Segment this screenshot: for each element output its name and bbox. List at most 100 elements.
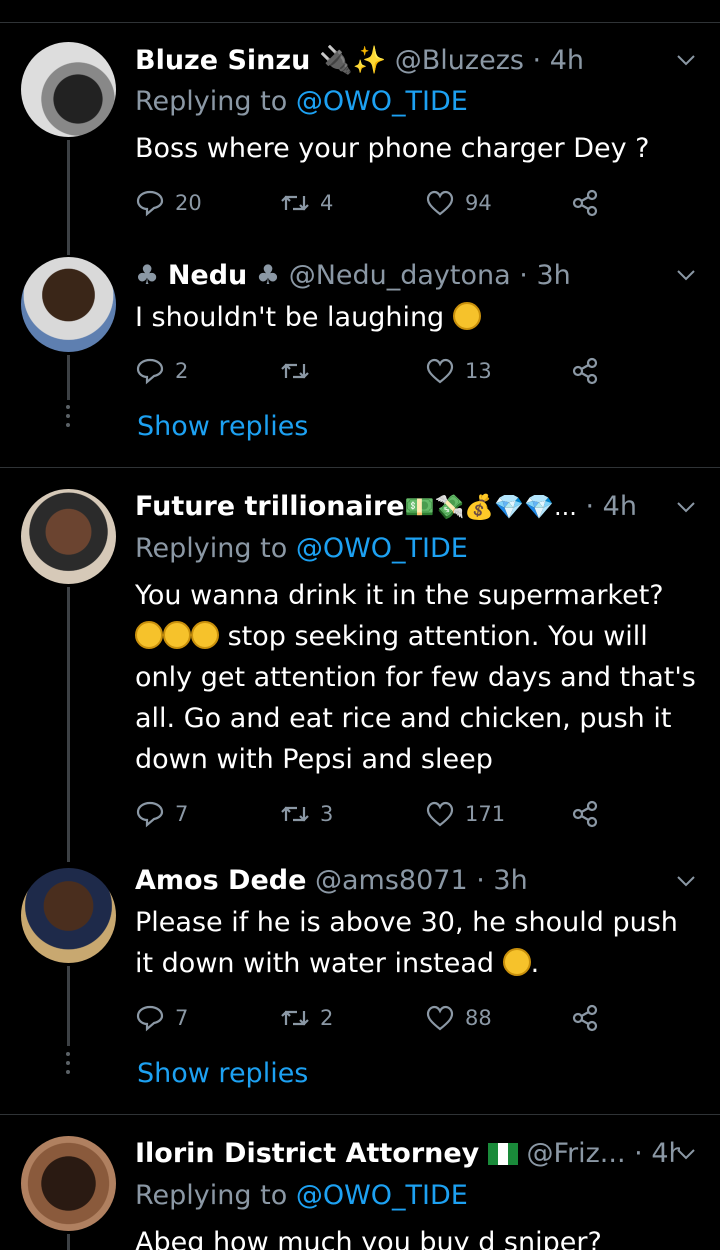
replying-to: Replying to @OWO_TIDE bbox=[135, 82, 468, 122]
tweet-actions: 7 2 88 bbox=[135, 1000, 615, 1036]
tweet-text-content: Please if he is above 30, he should push… bbox=[135, 907, 678, 979]
chevron-down-icon[interactable] bbox=[676, 1144, 696, 1164]
avatar[interactable] bbox=[21, 489, 116, 584]
tweet-text: Boss where your phone charger Dey ? bbox=[135, 133, 650, 164]
like-count: 88 bbox=[465, 1006, 492, 1030]
share-icon bbox=[572, 357, 598, 385]
reply-button[interactable]: 2 bbox=[135, 353, 188, 389]
reply-button[interactable]: 7 bbox=[135, 796, 188, 832]
tweet-text-content: I shouldn't be laughing bbox=[135, 302, 445, 333]
heart-icon bbox=[426, 358, 454, 384]
chevron-down-icon[interactable] bbox=[676, 265, 696, 285]
replying-to-label: Replying to bbox=[135, 533, 288, 564]
thread-line bbox=[67, 1234, 70, 1250]
divider bbox=[0, 22, 720, 23]
handle[interactable]: @Friz... bbox=[526, 1138, 625, 1169]
like-button[interactable]: 94 bbox=[425, 185, 492, 221]
thread-line bbox=[67, 355, 70, 400]
thread-line bbox=[67, 966, 70, 1046]
timestamp[interactable]: · 4h bbox=[586, 491, 637, 522]
thread-dots bbox=[66, 405, 71, 432]
reply-count: 2 bbox=[175, 359, 189, 383]
tweet-header: Amos Dede @ams8071 · 3h bbox=[135, 861, 680, 901]
divider bbox=[0, 1114, 720, 1115]
display-name[interactable]: Bluze Sinzu bbox=[135, 45, 310, 76]
chevron-down-icon[interactable] bbox=[676, 497, 696, 517]
handle[interactable]: @Nedu_daytona bbox=[289, 260, 511, 291]
like-button[interactable]: 88 bbox=[425, 1000, 492, 1036]
tweet-text: Please if he is above 30, he should push… bbox=[135, 902, 698, 984]
share-button[interactable] bbox=[570, 1000, 600, 1036]
reply-button[interactable]: 7 bbox=[135, 1000, 188, 1036]
replying-to-handle[interactable]: @OWO_TIDE bbox=[296, 1180, 468, 1211]
reply-count: 20 bbox=[175, 191, 202, 215]
tweet-header: Future trillionaire💵💸💰💎💎... · 4h bbox=[135, 487, 680, 527]
replying-to: Replying to @OWO_TIDE bbox=[135, 1176, 468, 1216]
club-icon: ♣ bbox=[135, 260, 160, 291]
like-count: 171 bbox=[465, 802, 506, 826]
tweet-text-end: . bbox=[530, 948, 540, 979]
winking-face-emoji-icon bbox=[502, 948, 531, 976]
like-count: 94 bbox=[465, 191, 492, 215]
name-emoji: 💵💸💰💎💎... bbox=[404, 493, 577, 521]
avatar[interactable] bbox=[21, 868, 116, 963]
divider bbox=[0, 467, 720, 468]
retweet-button[interactable]: 2 bbox=[280, 1000, 333, 1036]
share-icon bbox=[572, 1004, 598, 1032]
timestamp[interactable]: · 4h bbox=[634, 1138, 680, 1169]
like-count: 13 bbox=[465, 359, 492, 383]
show-replies-link[interactable]: Show replies bbox=[137, 407, 308, 447]
club-icon: ♣ bbox=[255, 260, 281, 291]
retweet-icon bbox=[281, 363, 309, 379]
retweet-count: 4 bbox=[320, 191, 334, 215]
reply-button[interactable]: 20 bbox=[135, 185, 202, 221]
reply-icon bbox=[136, 1005, 164, 1032]
retweet-count: 2 bbox=[320, 1006, 334, 1030]
reply-icon bbox=[136, 358, 164, 385]
tweet-text-line1: You wanna drink it in the supermarket? bbox=[135, 580, 664, 611]
rolling-laughing-emoji-icon bbox=[191, 621, 219, 649]
share-button[interactable] bbox=[570, 796, 600, 832]
replying-to-label: Replying to bbox=[135, 86, 288, 117]
replying-to-handle[interactable]: @OWO_TIDE bbox=[296, 533, 468, 564]
display-name[interactable]: Future trillionaire bbox=[135, 491, 405, 522]
tweet-text: Abeg how much you buy d sniper? bbox=[135, 1227, 602, 1250]
tweet-header: ♣ Nedu ♣ @Nedu_daytona · 3h bbox=[135, 256, 680, 296]
share-icon bbox=[572, 800, 598, 828]
timestamp[interactable]: · 3h bbox=[519, 260, 570, 291]
like-button[interactable]: 13 bbox=[425, 353, 492, 389]
display-name[interactable]: Ilorin District Attorney bbox=[135, 1138, 479, 1169]
timestamp[interactable]: · 4h bbox=[533, 45, 584, 76]
thread-line bbox=[67, 587, 70, 862]
chevron-down-icon[interactable] bbox=[676, 871, 696, 891]
retweet-button[interactable]: 3 bbox=[280, 796, 333, 832]
nigeria-flag-icon bbox=[487, 1143, 518, 1165]
retweet-button[interactable] bbox=[280, 353, 320, 389]
retweet-icon bbox=[281, 195, 309, 211]
avatar[interactable] bbox=[21, 1136, 116, 1231]
name-emoji: 🔌✨ bbox=[318, 45, 387, 76]
share-button[interactable] bbox=[570, 185, 600, 221]
replying-to-handle[interactable]: @OWO_TIDE bbox=[296, 86, 468, 117]
tweet-text: You wanna drink it in the supermarket? s… bbox=[135, 575, 698, 780]
avatar[interactable] bbox=[21, 257, 116, 352]
reply-icon bbox=[136, 801, 164, 828]
timestamp[interactable]: · 3h bbox=[476, 865, 527, 896]
heart-icon bbox=[426, 190, 454, 216]
retweet-button[interactable]: 4 bbox=[280, 185, 333, 221]
chevron-down-icon[interactable] bbox=[676, 50, 696, 70]
replying-to-label: Replying to bbox=[135, 1180, 288, 1211]
like-button[interactable]: 171 bbox=[425, 796, 505, 832]
display-name[interactable]: Nedu bbox=[168, 260, 247, 291]
thread-dots bbox=[66, 1052, 71, 1079]
handle[interactable]: @Bluzezs bbox=[395, 45, 524, 76]
tweet-header: Ilorin District Attorney @Friz... · 4h bbox=[135, 1134, 680, 1174]
tweet-actions: 20 4 94 bbox=[135, 185, 615, 221]
handle[interactable]: @ams8071 bbox=[315, 865, 468, 896]
retweet-count: 3 bbox=[320, 802, 334, 826]
show-replies-link[interactable]: Show replies bbox=[137, 1054, 308, 1094]
avatar[interactable] bbox=[21, 42, 116, 137]
share-button[interactable] bbox=[570, 353, 600, 389]
display-name[interactable]: Amos Dede bbox=[135, 865, 306, 896]
reply-icon bbox=[136, 190, 164, 217]
